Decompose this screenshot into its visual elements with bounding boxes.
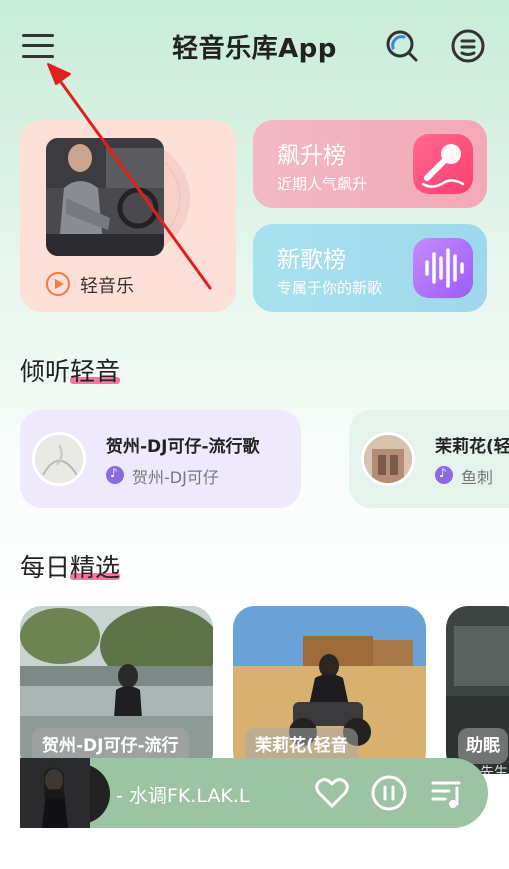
peek-text: 先生 [480, 765, 508, 774]
daily-section-title: 每日精选 [20, 553, 121, 582]
pause-icon[interactable] [370, 774, 408, 812]
waveform-icon [413, 238, 473, 298]
new-songs-chart-card[interactable]: 新歌榜 专属于你的新歌 [253, 224, 487, 312]
play-icon[interactable] [46, 272, 70, 296]
playlist-icon[interactable] [429, 774, 467, 812]
song-card[interactable]: 贺州-DJ可仔-流行歌 贺州-DJ可仔 [20, 410, 301, 508]
song-card[interactable]: 茉莉花(轻 鱼刺 [349, 410, 509, 508]
music-note-icon [435, 466, 453, 484]
chart-subtitle: 近期人气飙升 [277, 175, 368, 193]
light-music-label: 轻音乐 [80, 276, 134, 297]
profile-icon[interactable] [450, 28, 486, 64]
song-avatar [361, 432, 415, 486]
microphone-icon [413, 134, 473, 194]
artist-name: 贺州-DJ可仔 [132, 468, 219, 487]
album-cover-image [46, 138, 164, 256]
player-cover-image [20, 758, 90, 828]
soaring-chart-card[interactable]: 飙升榜 近期人气飙升 [253, 120, 487, 208]
mini-player[interactable]: - 水调FK.LAK.L [20, 758, 488, 828]
song-name: 贺州-DJ可仔-流行歌 [106, 437, 260, 457]
daily-card[interactable]: 茉莉花(轻音 [233, 606, 426, 774]
heart-icon[interactable] [313, 774, 351, 812]
chart-title: 新歌榜 [277, 247, 346, 273]
artist-name: 鱼刺 [461, 468, 494, 487]
song-name: 茉莉花(轻 [435, 437, 509, 457]
search-icon[interactable] [384, 28, 420, 64]
music-note-icon [106, 466, 124, 484]
chart-title: 飙升榜 [277, 143, 346, 169]
daily-card[interactable]: 助眠 先生 [446, 606, 509, 774]
listen-section-title: 倾听轻音 [20, 357, 121, 386]
chart-subtitle: 专属于你的新歌 [277, 279, 383, 297]
daily-caption: 助眠 [458, 728, 508, 764]
app-title: 轻音乐库App [172, 34, 337, 64]
daily-card[interactable]: 贺州-DJ可仔-流行 [20, 606, 213, 774]
song-avatar [32, 432, 86, 486]
now-playing-title: - 水调FK.LAK.L [116, 785, 250, 807]
